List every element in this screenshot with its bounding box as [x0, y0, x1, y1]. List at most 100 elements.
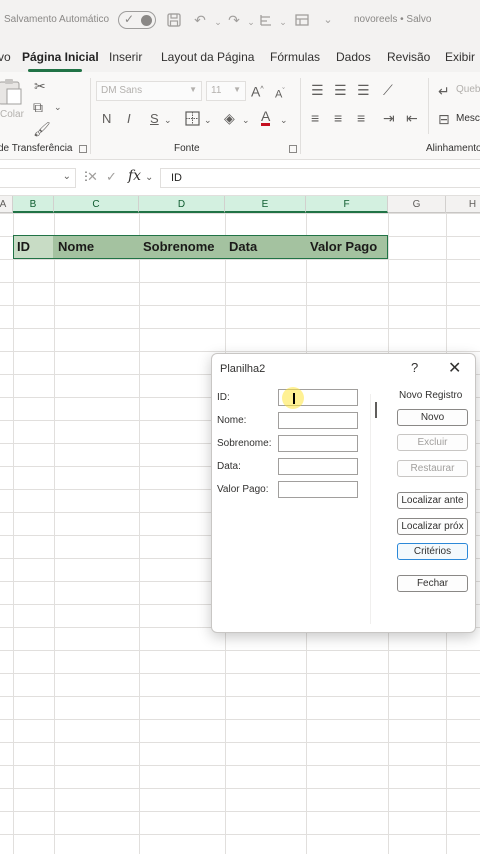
font-group-label: Fonte — [174, 143, 200, 154]
enter-icon[interactable]: ✓ — [106, 169, 117, 185]
grow-font-icon[interactable]: A^ — [251, 82, 264, 100]
underline-icon[interactable]: S — [150, 111, 159, 127]
name-box[interactable]: ⌄ — [0, 168, 76, 188]
copy-dropdown-icon[interactable]: ⌄ — [54, 99, 62, 115]
align-left-icon[interactable]: ≡ — [311, 110, 319, 126]
format-dropdown-icon[interactable]: ⌄ — [275, 14, 291, 30]
merge-center-icon[interactable]: ⊟ — [438, 111, 450, 127]
header-cell-valor-pago[interactable]: Valor Pago — [310, 239, 377, 254]
group-divider — [90, 78, 91, 154]
align-bottom-icon[interactable]: ☰ — [357, 82, 370, 98]
find-next-button[interactable]: Localizar próx — [397, 518, 468, 535]
clipboard-launcher-icon[interactable] — [79, 145, 87, 153]
formula-input[interactable]: ID — [160, 168, 480, 188]
more-icon[interactable]: ⌄ — [320, 12, 336, 28]
format-painter-icon[interactable]: 🖌 — [33, 121, 51, 137]
chevron-down-icon: ▼ — [233, 85, 241, 94]
header-cell-sobrenome[interactable]: Sobrenome — [143, 239, 215, 254]
italic-icon[interactable]: I — [127, 111, 131, 127]
file-name[interactable]: novoreels • Salvo — [354, 14, 431, 25]
tab-page-layout[interactable]: Layout da Página — [161, 50, 254, 64]
column-header-e[interactable]: E — [225, 196, 306, 213]
font-name-select[interactable]: DM Sans ▼ — [96, 81, 202, 101]
column-header-b[interactable]: B — [13, 196, 54, 213]
font-size-value: 11 — [211, 85, 222, 96]
copy-icon[interactable]: ⧉ — [33, 99, 43, 115]
group-divider — [300, 78, 301, 154]
new-button[interactable]: Novo — [397, 409, 468, 426]
valor-pago-field[interactable] — [278, 481, 358, 498]
format-icon[interactable] — [258, 12, 274, 28]
borders-icon[interactable] — [185, 111, 200, 129]
undo-icon[interactable]: ↶ — [192, 12, 208, 28]
close-icon[interactable]: ✕ — [448, 358, 461, 378]
help-icon[interactable]: ? — [411, 360, 418, 375]
redo-icon[interactable]: ↷ — [226, 12, 242, 28]
id-field[interactable] — [278, 387, 358, 409]
fill-color-icon[interactable]: ◈ — [224, 110, 235, 126]
align-top-icon[interactable]: ☰ — [311, 82, 324, 98]
fx-dropdown-icon[interactable]: ⌄ — [145, 170, 153, 186]
column-header-h[interactable]: H — [446, 196, 480, 213]
ribbon-tabs: vo Página Inicial Inserir Layout da Pági… — [0, 40, 480, 72]
restore-button[interactable]: Restaurar — [397, 460, 468, 477]
id-label: ID: — [217, 392, 230, 403]
column-header-d[interactable]: D — [139, 196, 225, 213]
chevron-down-icon[interactable]: ⌄ — [63, 171, 71, 182]
header-cell-data[interactable]: Data — [229, 239, 257, 254]
merge-center-label[interactable]: Mesc — [456, 113, 480, 124]
font-color-dropdown-icon[interactable]: ⌄ — [280, 112, 288, 128]
undo-dropdown-icon[interactable]: ⌄ — [210, 14, 226, 30]
tab-formulas[interactable]: Fórmulas — [270, 50, 320, 64]
text-cursor — [293, 393, 295, 404]
column-header-a[interactable]: A — [0, 196, 13, 213]
orientation-icon[interactable]: ⟋ — [383, 82, 393, 98]
font-size-select[interactable]: 11 ▼ — [206, 81, 246, 101]
criteria-button[interactable]: Critérios — [397, 543, 468, 560]
save-icon[interactable] — [166, 12, 182, 28]
delete-button[interactable]: Excluir — [397, 434, 468, 451]
fill-color-dropdown-icon[interactable]: ⌄ — [242, 112, 250, 128]
font-launcher-icon[interactable] — [289, 145, 297, 153]
cut-icon[interactable]: ✂ — [34, 78, 46, 94]
find-prev-button[interactable]: Localizar ante — [397, 492, 468, 509]
shrink-font-icon[interactable]: Aˇ — [275, 84, 285, 103]
cancel-icon[interactable]: ✕ — [87, 169, 98, 185]
redo-dropdown-icon[interactable]: ⌄ — [243, 14, 259, 30]
wrap-text-icon[interactable]: ↵ — [438, 83, 450, 99]
align-right-icon[interactable]: ≡ — [357, 110, 365, 126]
data-label: Data: — [217, 461, 241, 472]
outdent-icon[interactable]: ⇤ — [406, 110, 418, 126]
autosave-label: Salvamento Automático — [4, 14, 110, 25]
underline-dropdown-icon[interactable]: ⌄ — [164, 112, 172, 128]
close-button[interactable]: Fechar — [397, 575, 468, 592]
header-cell-id[interactable]: ID — [17, 239, 30, 254]
insert-function-icon[interactable]: fx — [128, 168, 141, 184]
bold-icon[interactable]: N — [102, 111, 111, 127]
sobrenome-field[interactable] — [278, 435, 358, 452]
align-middle-icon[interactable]: ☰ — [334, 82, 347, 98]
borders-dropdown-icon[interactable]: ⌄ — [204, 112, 212, 128]
tab-view[interactable]: Exibir — [445, 50, 475, 64]
toggle-knob — [141, 14, 152, 26]
paste-icon[interactable] — [0, 78, 24, 106]
nome-field[interactable] — [278, 412, 358, 429]
font-color-icon[interactable]: A — [261, 109, 271, 126]
header-cell-nome[interactable]: Nome — [58, 239, 94, 254]
column-header-c[interactable]: C — [54, 196, 139, 213]
tab-insert[interactable]: Inserir — [109, 50, 142, 64]
tab-data[interactable]: Dados — [336, 50, 371, 64]
align-center-icon[interactable]: ≡ — [334, 110, 342, 126]
indent-icon[interactable]: ⇥ — [383, 110, 395, 126]
wrap-text-label[interactable]: Queb — [456, 84, 480, 95]
column-header-f[interactable]: F — [306, 196, 388, 213]
record-scrollbar[interactable] — [375, 402, 377, 418]
view-icon[interactable] — [294, 12, 310, 28]
tab-file[interactable]: vo — [0, 50, 11, 64]
tab-home[interactable]: Página Inicial — [22, 50, 99, 64]
tab-review[interactable]: Revisão — [387, 50, 430, 64]
data-field[interactable] — [278, 458, 358, 475]
column-header-g[interactable]: G — [388, 196, 446, 213]
paste-label: Colar — [0, 109, 24, 120]
autosave-toggle[interactable]: ✓ — [118, 11, 156, 29]
